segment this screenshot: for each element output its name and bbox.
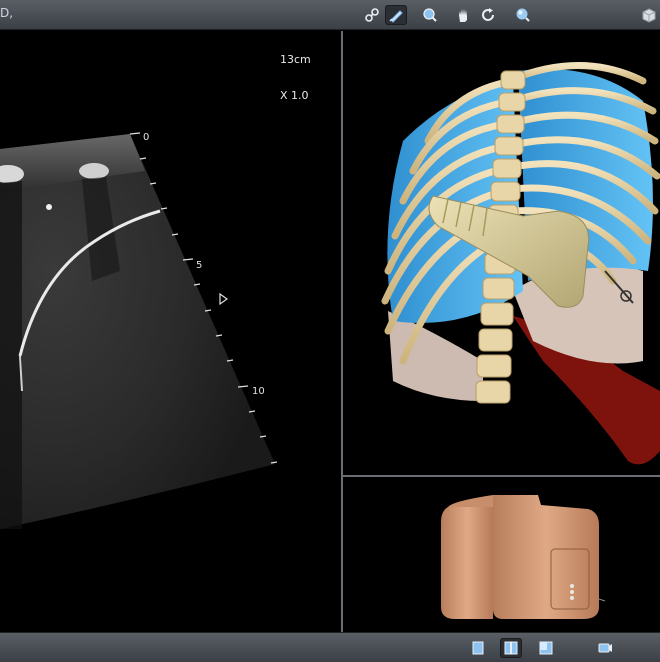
zoom-icon[interactable]: [419, 5, 441, 25]
depth-mark-0: 0: [143, 132, 150, 143]
pan-hand-icon[interactable]: [452, 5, 474, 25]
bottom-toolbar: [0, 632, 660, 662]
dual-view-icon[interactable]: [500, 638, 522, 658]
manikin-torso: [441, 495, 606, 619]
layout-view-icon[interactable]: [535, 638, 557, 658]
app-logo: D,: [0, 6, 14, 20]
probe-icon[interactable]: [385, 5, 407, 25]
ultrasound-image: [0, 132, 278, 529]
depth-mark-5: 5: [196, 260, 203, 271]
depth-mark-10: 10: [252, 386, 265, 397]
anatomy-3d-view[interactable]: [343, 31, 660, 475]
camera-icon[interactable]: [594, 638, 616, 658]
top-toolbar: D,: [0, 0, 660, 30]
zoom-readout: X 1.0: [280, 89, 309, 102]
depth-readout: 13cm: [280, 53, 311, 66]
single-view-icon[interactable]: [467, 638, 489, 658]
thorax-model: [381, 62, 660, 465]
rotate-icon[interactable]: [477, 5, 499, 25]
sphere-icon[interactable]: [512, 5, 534, 25]
cube-view-icon[interactable]: [638, 5, 660, 25]
link-icon[interactable]: [361, 5, 383, 25]
manikin-view[interactable]: [343, 477, 660, 632]
ultrasound-view[interactable]: 13cm X 1.0 0 5 10: [0, 31, 341, 632]
